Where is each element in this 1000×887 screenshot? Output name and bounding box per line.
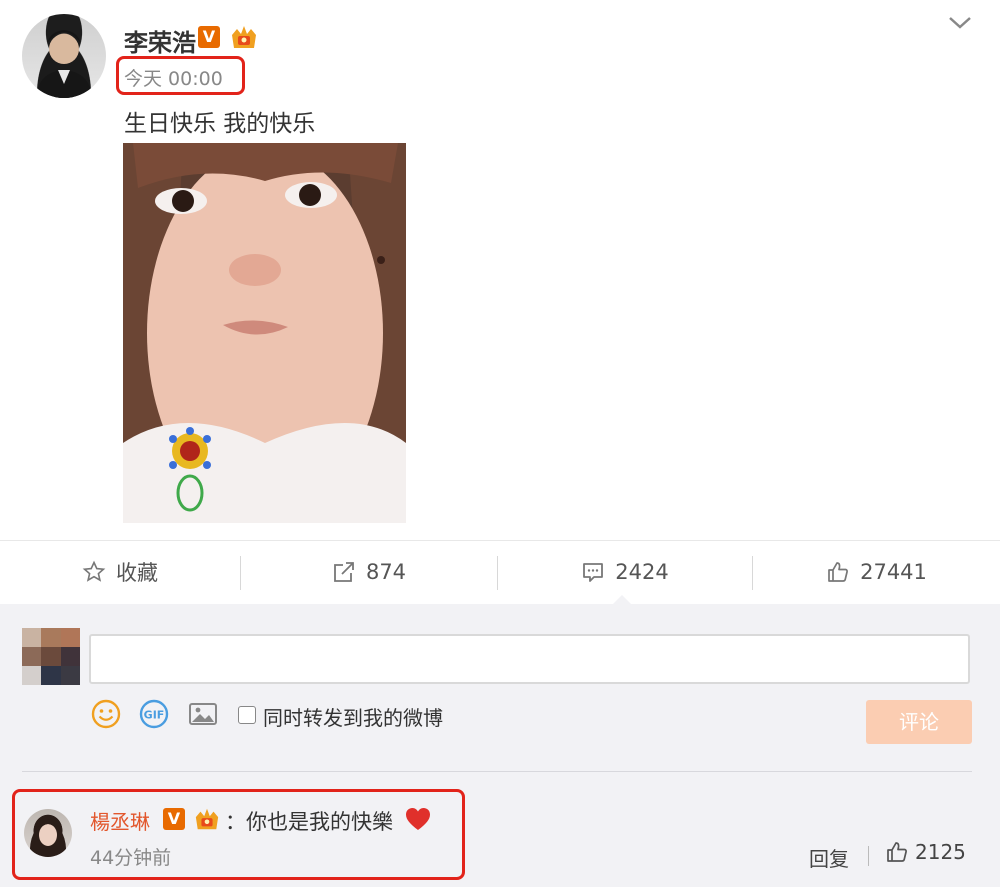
share-checkbox[interactable]	[238, 706, 256, 724]
thumbs-up-icon	[887, 842, 907, 862]
favorite-label: 收藏	[116, 561, 158, 585]
star-icon	[82, 560, 106, 582]
like-count: 27441	[860, 560, 927, 584]
gif-icon[interactable]: GIF	[138, 698, 170, 730]
share-to-weibo-label[interactable]: 同时转发到我的微博	[263, 702, 443, 731]
svg-text:GIF: GIF	[144, 709, 165, 722]
comment-like-button[interactable]: 2125	[885, 840, 966, 864]
emoji-icon[interactable]	[90, 698, 122, 730]
heart-icon	[406, 808, 430, 830]
comment-separator: ：	[225, 810, 246, 834]
comment-divider	[22, 771, 972, 772]
verified-badge-icon: V	[198, 26, 220, 48]
comment-text: ：你也是我的快樂	[225, 806, 393, 836]
post-timestamp[interactable]: 今天 00:00	[124, 64, 223, 91]
post-text: 生日快乐 我的快乐	[124, 111, 316, 137]
comment-count: 2424	[615, 560, 669, 584]
image-icon[interactable]	[187, 698, 219, 730]
reply-button[interactable]: 回复	[809, 843, 849, 872]
vip-crown-icon	[195, 808, 219, 830]
like-button[interactable]: 27441	[753, 540, 1000, 604]
comment-icon	[583, 563, 604, 582]
submit-comment-button[interactable]: 评论	[866, 700, 972, 744]
repost-button[interactable]: 874	[241, 540, 497, 604]
verified-badge-icon: V	[163, 808, 185, 830]
commenter-name[interactable]: 楊丞琳	[90, 806, 150, 835]
comment-input[interactable]	[89, 634, 970, 684]
comment-like-count: 2125	[915, 840, 966, 864]
post-photo[interactable]	[123, 143, 406, 523]
author-avatar[interactable]	[22, 14, 106, 98]
favorite-button[interactable]: 收藏	[0, 540, 240, 604]
author-name[interactable]: 李荣浩	[124, 23, 196, 58]
repost-icon	[334, 562, 354, 582]
vip-crown-icon	[232, 26, 256, 48]
reply-divider	[868, 846, 869, 866]
comment-caret	[612, 595, 632, 605]
comment-body: 你也是我的快樂	[246, 810, 393, 834]
commenter-avatar[interactable]	[24, 809, 72, 857]
thumbs-up-icon	[828, 562, 849, 582]
current-user-avatar[interactable]	[22, 628, 80, 685]
repost-count: 874	[365, 560, 407, 584]
chevron-down-icon[interactable]	[947, 14, 973, 32]
comment-time: 44分钟前	[90, 847, 172, 869]
